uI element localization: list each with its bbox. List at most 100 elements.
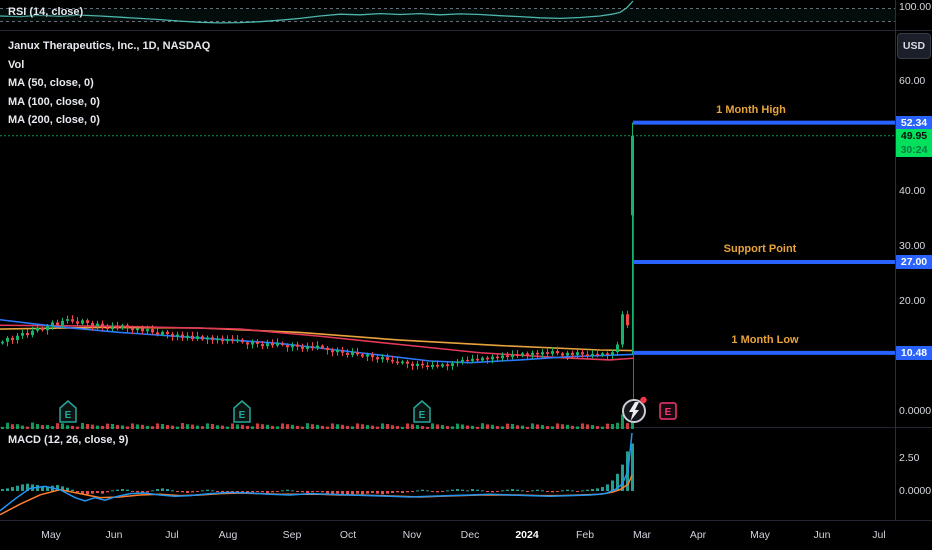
candle-body (221, 338, 224, 341)
symbol-legend[interactable]: Janux Therapeutics, Inc., 1D, NASDAQ (8, 40, 210, 52)
chart-canvas[interactable]: EEEE (0, 0, 932, 550)
candle-body (166, 332, 169, 334)
macd-hist-bar (336, 491, 339, 494)
volume-bar (271, 426, 274, 429)
level-annotation[interactable]: Support Point (724, 243, 797, 255)
volume-bar (441, 425, 444, 429)
candle-body (431, 365, 434, 367)
candle-body (181, 335, 184, 338)
candle-body (161, 332, 164, 335)
volume-bar (161, 424, 164, 429)
candle-body (596, 354, 599, 356)
candle-body (551, 351, 554, 354)
volume-bar (51, 426, 54, 429)
macd-hist-bar (356, 491, 359, 494)
macd-hist-bar (566, 490, 569, 491)
level-ray (633, 351, 895, 355)
level-annotation[interactable]: 1 Month High (716, 104, 786, 116)
volume-bar (346, 426, 349, 429)
volume-bar (411, 424, 414, 429)
rsi-legend[interactable]: RSI (14, close) (8, 6, 83, 18)
flash-marker[interactable] (623, 397, 647, 422)
candle-body (251, 342, 254, 345)
volume-bar (601, 427, 604, 429)
candle-body (16, 336, 19, 340)
candle-body (451, 363, 454, 366)
earnings-marker[interactable]: E (234, 401, 250, 422)
time-axis-label: Jun (106, 529, 123, 541)
candle-body (151, 329, 154, 332)
volume-bar (536, 424, 539, 429)
macd-hist-bar (481, 490, 484, 491)
volume-bar (221, 426, 224, 429)
candle-body (286, 345, 289, 347)
currency-usd-button[interactable]: USD (897, 33, 931, 59)
volume-bar (86, 424, 89, 429)
volume-bar (496, 426, 499, 429)
candle-body (566, 353, 569, 356)
macd-hist-bar (466, 490, 469, 491)
candle-body (81, 320, 84, 323)
candle-body (411, 364, 414, 366)
volume-bar (471, 426, 474, 429)
volume-bar (21, 426, 24, 429)
candle-body (126, 325, 129, 328)
macd-hist-bar (591, 489, 594, 491)
candle-body (36, 328, 39, 331)
candle-body (226, 339, 229, 341)
volume-bar (31, 423, 34, 429)
svg-text:E: E (239, 410, 246, 421)
time-axis-label: Sep (283, 529, 302, 541)
ma100-legend[interactable]: MA (100, close, 0) (8, 96, 100, 108)
macd-hist-bar (76, 491, 79, 492)
volume-bar (226, 427, 229, 429)
volume-bar (101, 426, 104, 429)
macd-legend[interactable]: MACD (12, 26, close, 9) (8, 434, 128, 446)
candle-body (476, 359, 479, 361)
macd-hist-bar (161, 488, 164, 491)
candle-body (186, 336, 189, 338)
macd-hist-bar (191, 491, 194, 492)
macd-hist-bar (166, 489, 169, 491)
volume-bar (376, 427, 379, 429)
candle-body (456, 362, 459, 364)
macd-hist-bar (126, 490, 129, 491)
earnings-marker[interactable]: E (414, 401, 430, 422)
volume-bar (541, 425, 544, 429)
macd-tick: 0.0000 (899, 485, 931, 497)
candle-body (391, 360, 394, 362)
candle-body (116, 326, 119, 328)
candle-body (86, 320, 89, 323)
volume-bar (486, 424, 489, 429)
ma200-legend[interactable]: MA (200, close, 0) (8, 114, 100, 126)
svg-text:E: E (65, 410, 72, 421)
volume-bar (296, 426, 299, 429)
volume-bar (406, 423, 409, 429)
macd-hist-bar (321, 491, 324, 492)
vol-legend[interactable]: Vol (8, 59, 24, 71)
volume-bar (6, 423, 9, 429)
ma50-legend[interactable]: MA (50, close, 0) (8, 77, 94, 89)
candle-body (416, 364, 419, 366)
macd-hist-bar (526, 491, 529, 492)
candle-body (51, 323, 54, 326)
macd-hist-bar (611, 480, 614, 491)
volume-bar (586, 424, 589, 429)
volume-bar (501, 426, 504, 429)
volume-bar (231, 423, 234, 429)
candle-body (446, 364, 449, 366)
macd-hist-bar (451, 490, 454, 491)
volume-bar (111, 424, 114, 429)
volume-bar (211, 424, 214, 429)
level-annotation[interactable]: 1 Month Low (731, 334, 798, 346)
macd-hist-bar (586, 490, 589, 491)
candle-body (261, 344, 264, 346)
earnings-marker-upcoming[interactable]: E (660, 403, 676, 419)
candle-body (336, 350, 339, 352)
candle-body (396, 362, 399, 364)
candle-body (481, 358, 484, 361)
candle-body (296, 345, 299, 347)
earnings-marker[interactable]: E (60, 401, 76, 422)
time-axis-label: Nov (403, 529, 422, 541)
volume-bar (191, 425, 194, 429)
